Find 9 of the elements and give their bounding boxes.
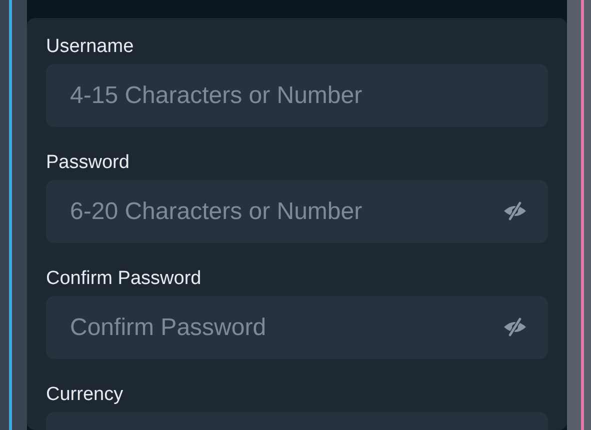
field-label: Confirm Password (46, 267, 202, 291)
eye-slash-icon[interactable] (502, 201, 528, 221)
field-label: Currency (46, 383, 124, 407)
input-field[interactable]: 6-20 Characters or Number (46, 180, 548, 243)
field-label: Username (46, 35, 135, 59)
eye-slash-icon[interactable] (502, 317, 528, 337)
input-field[interactable]: Confirm Password (46, 296, 548, 359)
field-label: Password (46, 151, 130, 175)
input-field[interactable]: 4-15 Characters or Number (46, 64, 548, 127)
